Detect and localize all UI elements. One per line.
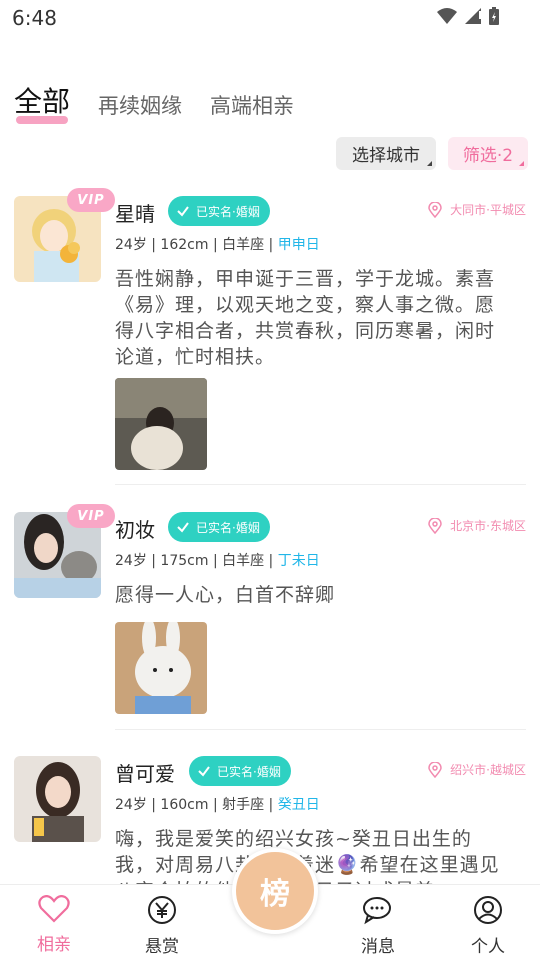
verified-text: 已实名·婚姻 xyxy=(196,520,260,535)
vip-badge: VIP xyxy=(67,188,115,212)
tab-all[interactable]: 全部 xyxy=(14,80,70,126)
profile-name: 曾可爱 xyxy=(115,762,175,786)
location: 绍兴市·越城区 xyxy=(428,761,526,778)
divider xyxy=(115,484,526,485)
verified-badge: 已实名·婚姻 xyxy=(168,512,270,542)
location: 北京市·东城区 xyxy=(428,517,526,534)
location-pin-icon xyxy=(428,761,442,778)
profile-name: 星晴 xyxy=(115,202,155,226)
profile-description: 吾性娴静，甲申诞于三晋，学于龙城。素喜《易》理，以观天地之变，察人事之微。愿得八… xyxy=(115,268,496,368)
wifi-icon xyxy=(437,8,457,24)
verified-text: 已实名·婚姻 xyxy=(196,204,260,219)
yuan-icon xyxy=(148,896,176,924)
select-city-button[interactable]: 选择城市 xyxy=(336,137,436,170)
person-icon xyxy=(474,896,502,924)
location-pin-icon xyxy=(428,201,442,218)
profile-info: 24岁 | 160cm | 射手座 | 癸丑日 xyxy=(115,794,320,814)
profile-info: 24岁 | 162cm | 白羊座 | 甲申日 xyxy=(115,234,320,254)
nav-label: 相亲 xyxy=(37,935,71,955)
nav-label: 个人 xyxy=(471,937,505,957)
heart-icon xyxy=(38,895,70,923)
tab-premium[interactable]: 高端相亲 xyxy=(210,90,294,126)
check-icon xyxy=(177,522,189,533)
category-tabs: 全部 再续姻缘 高端相亲 xyxy=(14,80,322,126)
profile-basic: 24岁 | 162cm | 白羊座 | xyxy=(115,237,278,253)
profile-name: 初妆 xyxy=(115,518,155,542)
birth-day: 癸丑日 xyxy=(277,797,320,813)
avatar[interactable] xyxy=(14,756,101,842)
corner-triangle-icon xyxy=(519,161,524,166)
profile-photo[interactable] xyxy=(115,378,207,470)
status-time: 6:48 xyxy=(12,6,57,30)
location-pin-icon xyxy=(428,517,442,534)
location-text: 北京市·东城区 xyxy=(450,519,526,533)
vip-badge: VIP xyxy=(67,504,115,528)
status-bar: 6:48 xyxy=(0,0,540,38)
nav-item-dating[interactable]: 相亲 xyxy=(14,895,94,955)
location-text: 大同市·平城区 xyxy=(450,203,526,217)
chat-icon xyxy=(363,897,391,925)
verified-badge: 已实名·婚姻 xyxy=(189,756,291,786)
check-icon xyxy=(198,766,210,777)
filter-label: 筛选·2 xyxy=(462,146,514,166)
profile-description: 愿得一人心，白首不辞卿 xyxy=(115,584,336,606)
ranking-button[interactable]: 榜 xyxy=(232,848,318,934)
battery-icon xyxy=(489,7,499,25)
nav-item-messages[interactable]: 消息 xyxy=(338,895,418,957)
profile-info: 24岁 | 175cm | 白羊座 | 丁未日 xyxy=(115,550,320,570)
select-city-label: 选择城市 xyxy=(352,146,420,166)
status-icons xyxy=(436,6,500,26)
nav-label: 悬赏 xyxy=(145,937,179,957)
nav-item-reward[interactable]: 悬赏 xyxy=(122,895,202,957)
birth-day: 丁未日 xyxy=(277,553,320,569)
birth-day: 甲申日 xyxy=(277,237,320,253)
location: 大同市·平城区 xyxy=(428,201,526,218)
verified-badge: 已实名·婚姻 xyxy=(168,196,270,226)
profile-card[interactable]: VIP 初妆 已实名·婚姻 北京市·东城区 24岁 | 175cm | 白羊座 … xyxy=(0,504,540,732)
profile-photo[interactable] xyxy=(115,622,207,714)
divider xyxy=(115,729,526,730)
nav-label: 消息 xyxy=(361,937,395,957)
signal-icon xyxy=(465,8,481,24)
profile-basic: 24岁 | 175cm | 白羊座 | xyxy=(115,553,278,569)
location-text: 绍兴市·越城区 xyxy=(450,763,526,777)
nav-item-profile[interactable]: 个人 xyxy=(448,895,528,957)
corner-triangle-icon xyxy=(427,161,432,166)
tab-remarriage[interactable]: 再续姻缘 xyxy=(98,90,182,126)
profile-basic: 24岁 | 160cm | 射手座 | xyxy=(115,797,278,813)
verified-text: 已实名·婚姻 xyxy=(217,764,281,779)
check-icon xyxy=(177,206,189,217)
filter-button[interactable]: 筛选·2 xyxy=(448,137,528,170)
profile-card[interactable]: VIP 星晴 已实名·婚姻 大同市·平城区 24岁 | 162cm | 白羊座 … xyxy=(0,188,540,486)
